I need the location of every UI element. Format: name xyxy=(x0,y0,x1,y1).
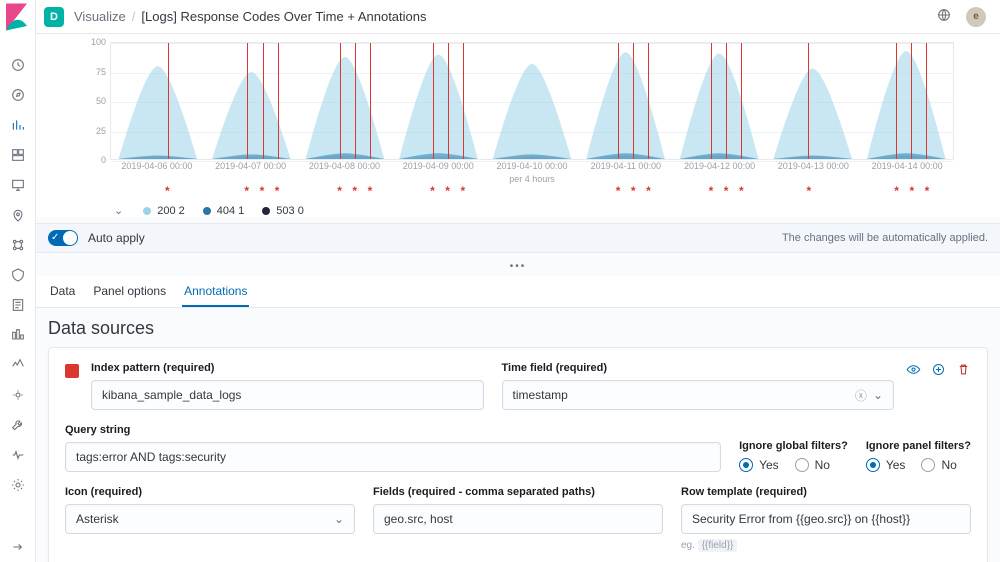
monitoring-icon[interactable] xyxy=(0,440,36,470)
uptime-icon[interactable] xyxy=(0,350,36,380)
fields-input[interactable] xyxy=(373,504,663,534)
row-template-label: Row template (required) xyxy=(681,486,971,498)
logs-icon[interactable] xyxy=(0,290,36,320)
auto-apply-toggle[interactable]: ✓ xyxy=(48,230,78,246)
devtools-icon[interactable] xyxy=(0,410,36,440)
clear-icon[interactable]: ⓧ xyxy=(855,387,867,404)
tab-data[interactable]: Data xyxy=(48,276,77,307)
infra-icon[interactable] xyxy=(0,260,36,290)
auto-apply-bar: ✓ Auto apply The changes will be automat… xyxy=(36,223,1000,253)
delete-icon[interactable] xyxy=(956,362,971,380)
chart-legend: ⌄ 200 2 404 1 503 0 xyxy=(114,204,954,217)
chevron-down-icon: ⌄ xyxy=(334,512,344,526)
ignore-panel-yes[interactable]: Yes xyxy=(866,458,906,472)
visibility-icon[interactable] xyxy=(906,362,921,380)
editor-tabs: Data Panel options Annotations xyxy=(36,276,1000,308)
ignore-global-label: Ignore global filters? xyxy=(739,440,848,452)
space-selector[interactable]: D xyxy=(44,7,64,27)
top-bar: D Visualize / [Logs] Response Codes Over… xyxy=(36,0,1000,34)
query-string-input[interactable] xyxy=(65,442,721,472)
siem-icon[interactable] xyxy=(0,380,36,410)
apm-icon[interactable] xyxy=(0,320,36,350)
legend-item[interactable]: 404 1 xyxy=(203,205,245,217)
annotation-markers: ******************** xyxy=(110,184,954,198)
collapse-icon[interactable] xyxy=(0,532,36,562)
avatar[interactable]: e xyxy=(966,7,986,27)
breadcrumb: Visualize / [Logs] Response Codes Over T… xyxy=(74,9,427,24)
ml-icon[interactable] xyxy=(0,230,36,260)
time-field-select[interactable]: timestamp ⓧ ⌄ xyxy=(502,380,895,410)
ignore-global-yes[interactable]: Yes xyxy=(739,458,779,472)
chevron-down-icon: ⌄ xyxy=(873,388,883,402)
tab-panel-options[interactable]: Panel options xyxy=(91,276,168,307)
discover-icon[interactable] xyxy=(0,80,36,110)
chart-region: 0255075100 2019-04-06 00:002019-04-07 00… xyxy=(36,34,1000,217)
index-pattern-input[interactable] xyxy=(91,380,484,410)
index-pattern-label: Index pattern (required) xyxy=(91,362,484,374)
management-icon[interactable] xyxy=(0,470,36,500)
auto-apply-label: Auto apply xyxy=(88,231,145,245)
kibana-logo[interactable] xyxy=(0,0,36,34)
newsfeed-icon[interactable] xyxy=(936,7,952,26)
breadcrumb-current: [Logs] Response Codes Over Time + Annota… xyxy=(141,9,426,24)
ignore-panel-no[interactable]: No xyxy=(921,458,956,472)
chart-plot[interactable] xyxy=(110,42,954,160)
query-string-label: Query string xyxy=(65,424,721,436)
chart-y-axis: 0255075100 xyxy=(82,42,110,160)
add-icon[interactable] xyxy=(931,362,946,380)
resize-handle[interactable]: ••• xyxy=(36,253,1000,276)
time-field-label: Time field (required) xyxy=(502,362,895,374)
tab-annotations[interactable]: Annotations xyxy=(182,276,249,307)
icon-label: Icon (required) xyxy=(65,486,355,498)
annotation-color-swatch[interactable] xyxy=(65,364,79,378)
recent-icon[interactable] xyxy=(0,50,36,80)
ignore-global-no[interactable]: No xyxy=(795,458,830,472)
ignore-panel-label: Ignore panel filters? xyxy=(866,440,971,452)
breadcrumb-app[interactable]: Visualize xyxy=(74,9,126,24)
annotation-card: Index pattern (required) Time field (req… xyxy=(48,347,988,562)
chart-x-axis: 2019-04-06 00:002019-04-07 00:002019-04-… xyxy=(110,160,954,174)
auto-apply-message: The changes will be automatically applie… xyxy=(782,232,988,244)
legend-item[interactable]: 503 0 xyxy=(262,205,304,217)
dashboard-icon[interactable] xyxy=(0,140,36,170)
left-nav-rail xyxy=(0,0,36,562)
legend-item[interactable]: 200 2 xyxy=(143,205,185,217)
chart-interval-label: per 4 hours xyxy=(110,174,954,184)
maps-icon[interactable] xyxy=(0,200,36,230)
visualize-icon[interactable] xyxy=(0,110,36,140)
row-template-example: eg. {{field}} xyxy=(681,540,971,551)
icon-select[interactable]: Asterisk ⌄ xyxy=(65,504,355,534)
section-title: Data sources xyxy=(48,318,988,339)
canvas-icon[interactable] xyxy=(0,170,36,200)
row-template-input[interactable] xyxy=(681,504,971,534)
fields-label: Fields (required - comma separated paths… xyxy=(373,486,663,498)
legend-collapse-icon[interactable]: ⌄ xyxy=(114,204,123,217)
